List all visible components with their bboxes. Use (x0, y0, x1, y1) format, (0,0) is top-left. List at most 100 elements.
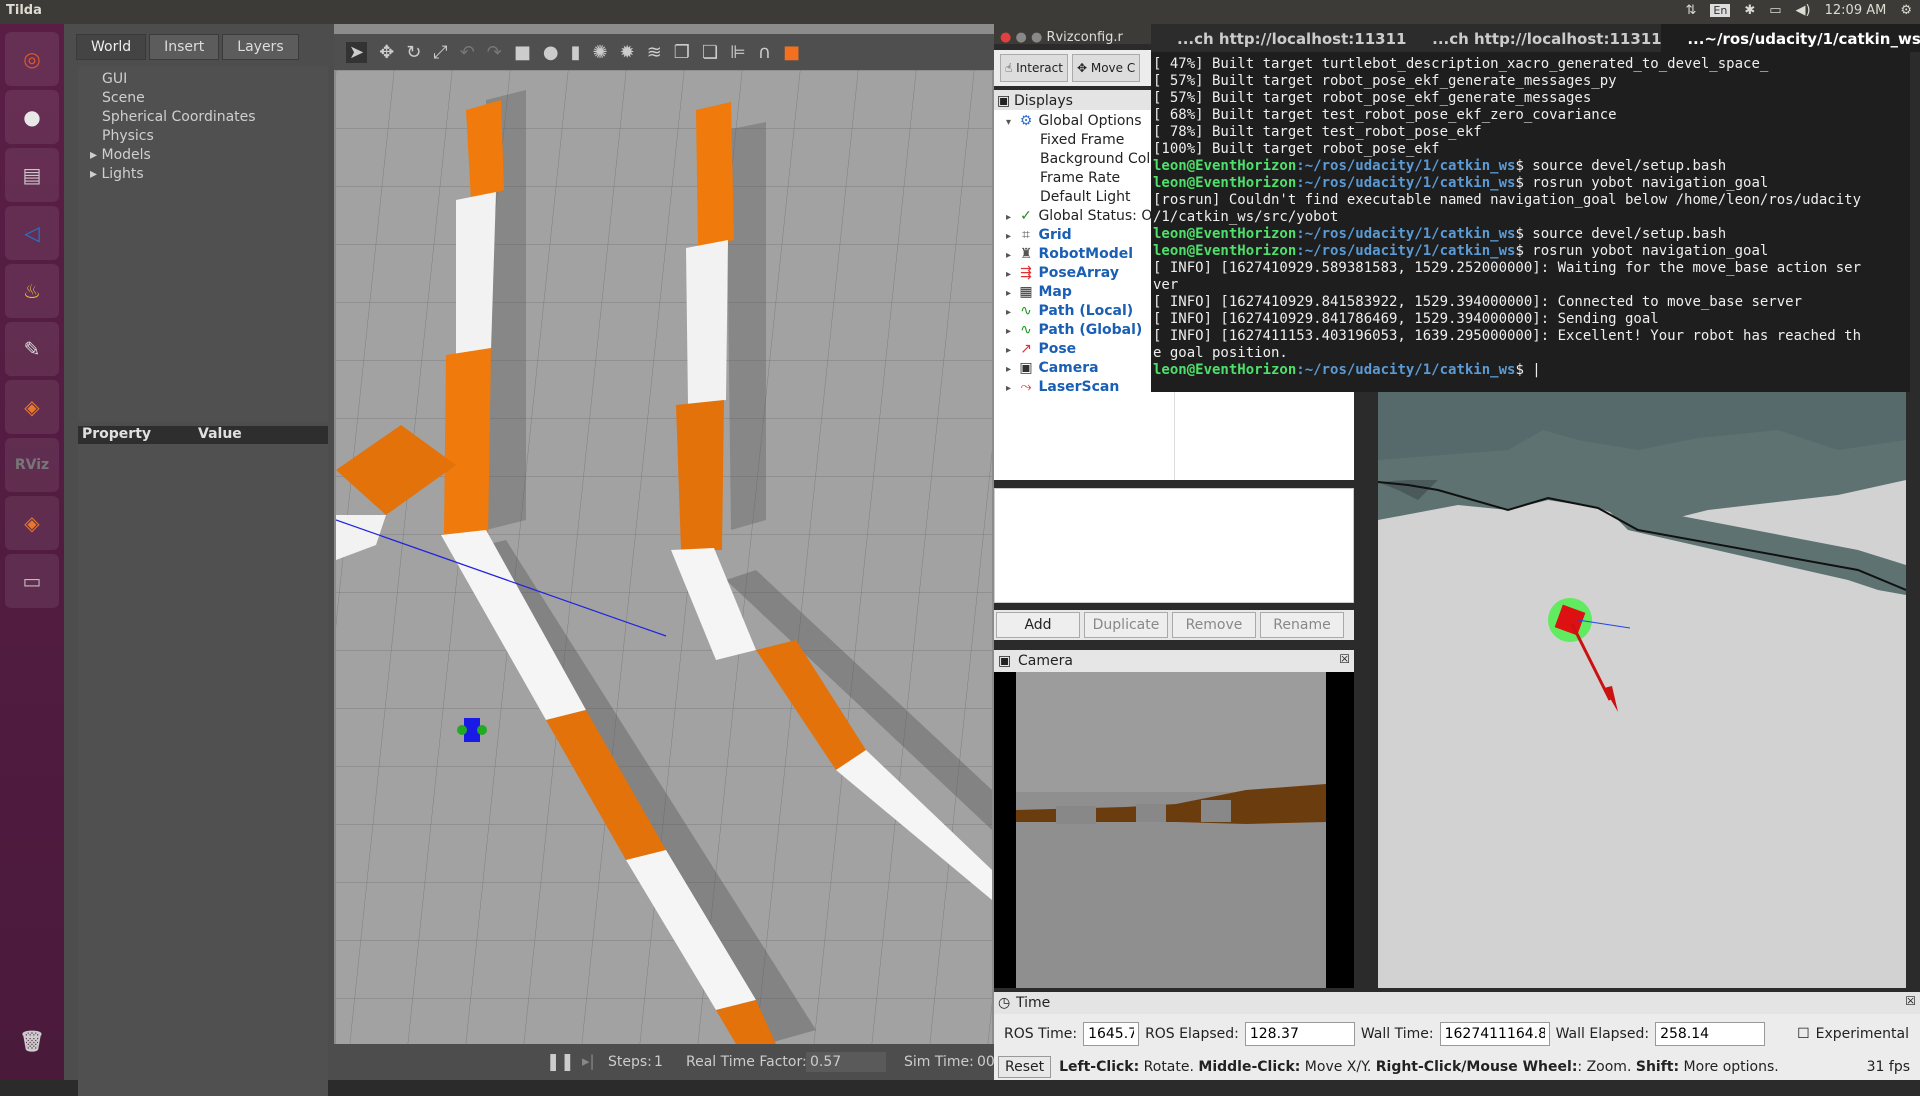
display-robotmodel[interactable]: ▸ ♜ RobotModel (1006, 245, 1133, 265)
interact-tool-button[interactable]: ☝ Interact (1000, 54, 1068, 82)
ros-time-field[interactable] (1083, 1022, 1140, 1046)
close-window-icon[interactable]: ● (1000, 30, 1011, 45)
pause-icon[interactable]: ❚❚ (546, 1052, 575, 1072)
expand-arrow-icon[interactable]: ▸ (1006, 303, 1018, 322)
wall-elapsed-field[interactable] (1655, 1022, 1766, 1046)
wall-time-field[interactable] (1439, 1022, 1550, 1046)
option-frame-rate[interactable]: Frame Rate (1040, 169, 1120, 188)
option-fixed-frame[interactable]: Fixed Frame (1040, 131, 1124, 150)
battery-icon[interactable]: ▭ (1769, 3, 1781, 18)
launcher-text-editor-icon[interactable]: ✎ (5, 322, 59, 376)
directional-light-icon[interactable]: ≋ (647, 42, 662, 63)
terminal-output[interactable]: [ 47%] Built target turtlebot_descriptio… (1151, 52, 1910, 392)
translate-tool-icon[interactable]: ✥ (379, 42, 394, 63)
expand-arrow-icon[interactable]: ▸ (1006, 227, 1018, 246)
tab-layers[interactable]: Layers (222, 34, 299, 60)
tree-item-lights[interactable]: Lights (101, 166, 143, 182)
launcher-file-manager-icon[interactable]: ▤ (5, 148, 59, 202)
tree-item-models-row[interactable]: ▸ Models (90, 146, 328, 165)
steps-value[interactable]: 1 (654, 1054, 663, 1070)
ros-elapsed-field[interactable] (1244, 1022, 1355, 1046)
rviz-3d-view[interactable] (1378, 390, 1906, 988)
launcher-trash-icon[interactable]: 🗑 (5, 1014, 59, 1068)
expand-arrow-icon[interactable]: ▸ (1006, 322, 1018, 341)
select-tool-icon[interactable]: ➤ (346, 41, 368, 63)
record-icon[interactable]: ■ (783, 42, 800, 63)
display-path-global[interactable]: ▸ ∿ Path (Global) (1006, 321, 1142, 341)
snap-icon[interactable]: ∩ (758, 42, 771, 63)
display-grid[interactable]: ▸ ⌗ Grid (1006, 226, 1072, 246)
gazebo-3d-scene[interactable] (336, 70, 992, 1044)
tab-insert[interactable]: Insert (149, 34, 220, 60)
duplicate-button[interactable]: Duplicate (1084, 612, 1168, 638)
option-default-light[interactable]: Default Light (1040, 188, 1131, 207)
minimize-window-icon[interactable]: ● (1015, 30, 1026, 45)
display-camera[interactable]: ▸ ▣ Camera (1006, 359, 1099, 379)
expand-arrow-icon[interactable]: ▸ (1006, 360, 1018, 379)
expand-arrow-icon[interactable]: ▸ (1006, 246, 1018, 265)
tree-item-gui[interactable]: GUI (102, 70, 328, 89)
tree-item-lights-row[interactable]: ▸ Lights (90, 165, 328, 184)
launcher-gazebo-2-icon[interactable]: ◈ (5, 496, 59, 550)
box-shape-icon[interactable]: ■ (514, 42, 531, 63)
network-icon[interactable]: ⇅ (1686, 3, 1697, 18)
maximize-window-icon[interactable]: ● (1031, 30, 1042, 45)
tree-item-models[interactable]: Models (101, 147, 150, 163)
expand-arrow-icon[interactable]: ▸ (1006, 341, 1018, 360)
rotate-tool-icon[interactable]: ↻ (406, 42, 421, 63)
align-icon[interactable]: ⊫ (730, 42, 746, 63)
display-global-status[interactable]: ▸ ✓ Global Status: O (1006, 207, 1152, 227)
bluetooth-icon[interactable]: ✱ (1744, 3, 1755, 18)
close-panel-icon[interactable]: ☒ (1339, 652, 1350, 666)
redo-icon[interactable]: ↷ (487, 42, 502, 63)
display-pose[interactable]: ▸ ↗ Pose (1006, 340, 1076, 360)
expand-arrow-icon[interactable]: ▸ (1006, 265, 1018, 284)
display-posearray[interactable]: ▸ ⇶ PoseArray (1006, 264, 1119, 284)
reset-button[interactable]: Reset (998, 1056, 1052, 1078)
scale-tool-icon[interactable]: ⤢ (433, 42, 447, 63)
launcher-tea-app-icon[interactable]: ♨ (5, 264, 59, 318)
close-panel-icon[interactable]: ☒ (1905, 994, 1916, 1008)
point-light-icon[interactable]: ✺ (593, 42, 608, 63)
experimental-checkbox[interactable]: ☐ (1797, 1026, 1810, 1042)
expand-arrow-icon[interactable]: ▸ (1006, 284, 1018, 303)
tab-world[interactable]: World (76, 34, 147, 60)
option-background-color[interactable]: Background Colo (1040, 150, 1159, 169)
expand-arrow-icon[interactable]: ▸ (90, 147, 101, 163)
spot-light-icon[interactable]: ✹ (620, 42, 635, 63)
display-path-local[interactable]: ▸ ∿ Path (Local) (1006, 302, 1133, 322)
remove-button[interactable]: Remove (1172, 612, 1256, 638)
move-camera-tool-button[interactable]: ✥ Move C (1071, 54, 1141, 82)
display-laserscan[interactable]: ▸ ⤳ LaserScan (1006, 378, 1119, 398)
keyboard-lang-indicator[interactable]: En (1710, 4, 1731, 17)
display-global-options[interactable]: ▾ ⚙ Global Options (1006, 112, 1142, 132)
launcher-chrome-icon[interactable]: ● (5, 90, 59, 144)
terminal-tab-1[interactable]: ...ch http://localhost:11311 (1151, 24, 1406, 52)
terminal-tab-2[interactable]: ...ch http://localhost:11311 (1406, 24, 1661, 52)
launcher-gazebo-icon[interactable]: ◈ (5, 380, 59, 434)
tree-item-spherical-coordinates[interactable]: Spherical Coordinates (102, 108, 328, 127)
launcher-ubuntu-dash-icon[interactable]: ◎ (5, 32, 59, 86)
expand-arrow-icon[interactable]: ▸ (90, 166, 101, 182)
launcher-vscode-icon[interactable]: ◁ (5, 206, 59, 260)
expand-arrow-icon[interactable]: ▸ (1006, 379, 1018, 398)
paste-icon[interactable]: ❏ (702, 42, 718, 63)
rename-button[interactable]: Rename (1260, 612, 1344, 638)
tree-item-physics[interactable]: Physics (102, 127, 328, 146)
sphere-shape-icon[interactable]: ● (543, 42, 559, 63)
settings-gear-icon[interactable]: ⚙ (1900, 3, 1912, 18)
launcher-disk-icon[interactable]: ▭ (5, 554, 59, 608)
copy-icon[interactable]: ❐ (674, 42, 690, 63)
display-map[interactable]: ▸ ▦ Map (1006, 283, 1072, 303)
clock[interactable]: 12:09 AM (1825, 3, 1887, 18)
cylinder-shape-icon[interactable]: ▮ (571, 42, 581, 63)
tree-item-scene[interactable]: Scene (102, 89, 328, 108)
add-button[interactable]: Add (996, 612, 1080, 638)
volume-icon[interactable]: ◀) (1796, 3, 1811, 18)
collapse-arrow-icon[interactable]: ▾ (1006, 113, 1018, 132)
launcher-rviz-icon[interactable]: RViz (5, 438, 59, 492)
expand-arrow-icon[interactable]: ▸ (1006, 208, 1018, 227)
undo-icon[interactable]: ↶ (460, 42, 475, 63)
step-icon[interactable]: ▸| (582, 1052, 595, 1070)
terminal-tab-3[interactable]: ...~/ros/udacity/1/catkin_ws (1661, 24, 1920, 52)
